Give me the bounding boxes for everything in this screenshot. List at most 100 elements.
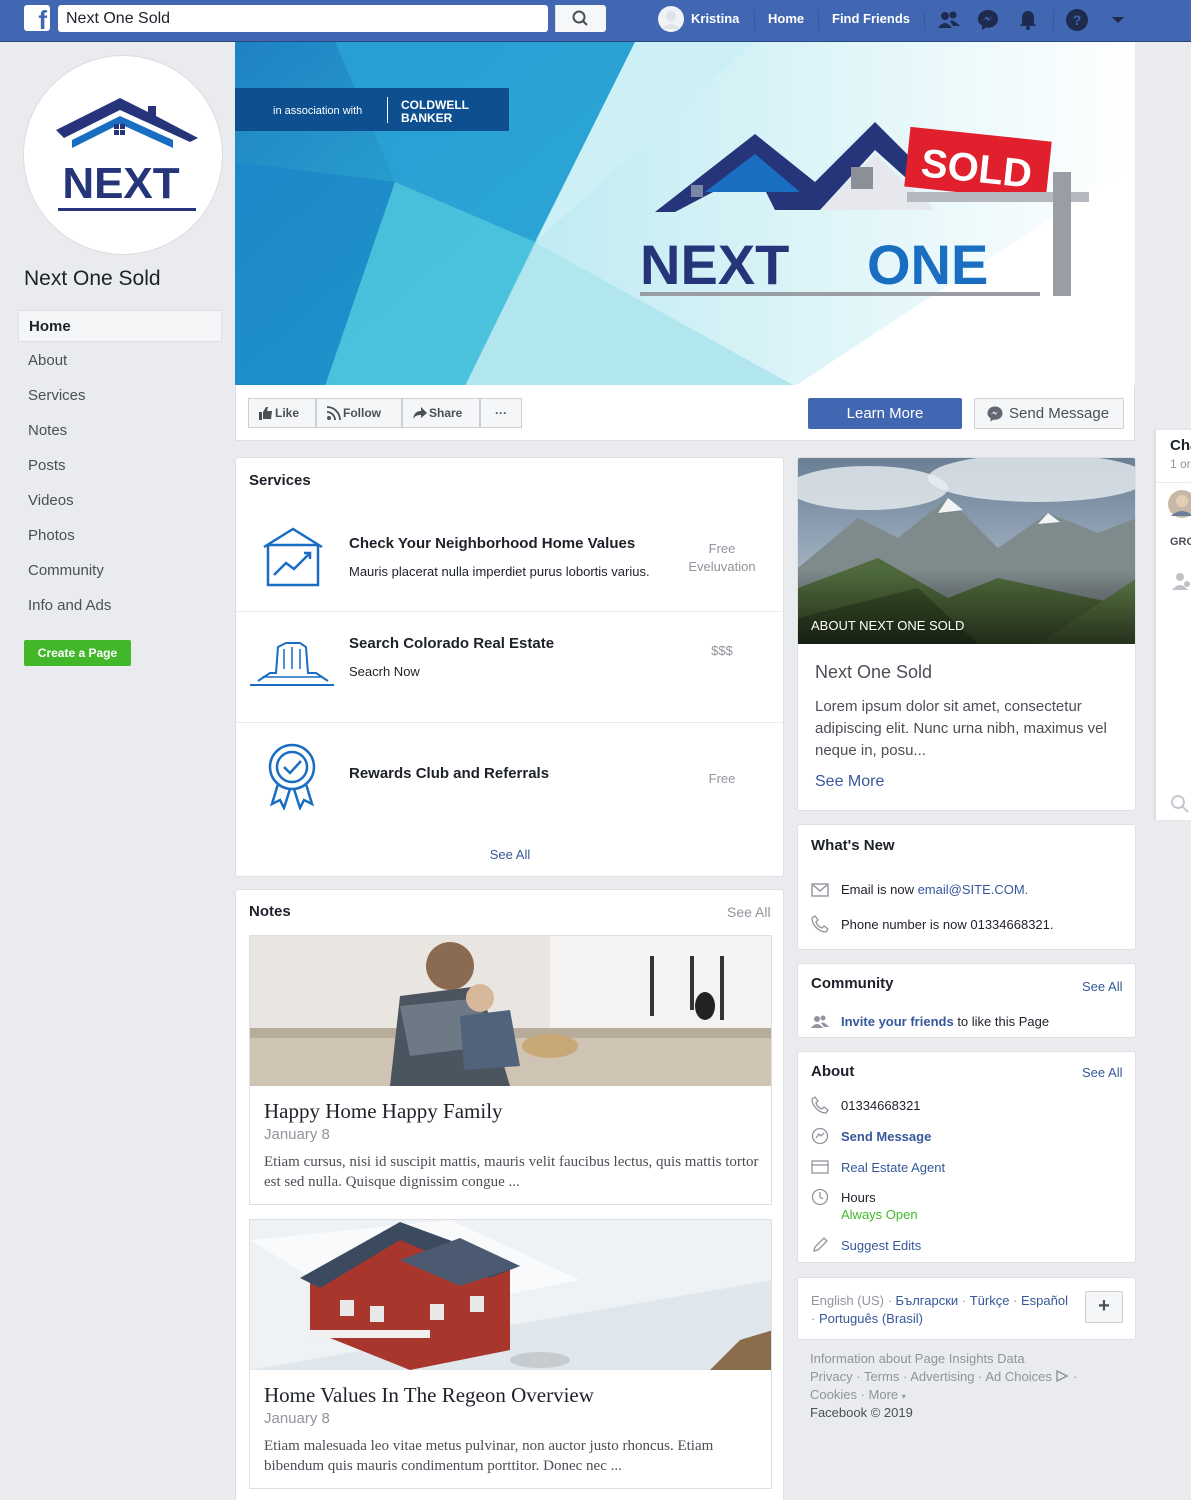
service-item[interactable]: Search Colorado Real Estate Seacrh Now $… bbox=[236, 613, 784, 721]
invite-friends-link[interactable]: Invite your friends bbox=[841, 1014, 954, 1029]
find-friends-link[interactable]: Find Friends bbox=[832, 11, 910, 26]
language-option[interactable]: Português (Brasil) bbox=[819, 1311, 923, 1326]
follow-button[interactable]: Follow bbox=[316, 398, 402, 428]
category-link[interactable]: Real Estate Agent bbox=[841, 1160, 945, 1175]
see-more-link[interactable]: See More bbox=[815, 773, 884, 791]
language-option[interactable]: Español bbox=[1021, 1293, 1068, 1308]
home-link[interactable]: Home bbox=[768, 11, 804, 26]
chat-sidebar: Cha 1 or GRO bbox=[1155, 430, 1191, 820]
create-group-icon[interactable] bbox=[1172, 570, 1191, 592]
clock-icon bbox=[811, 1188, 829, 1206]
service-price: Free Eveluvation bbox=[676, 540, 768, 576]
service-price-line: Eveluvation bbox=[688, 559, 756, 574]
cover-photo[interactable]: in association with COLDWELL BANKER SOLD… bbox=[235, 42, 1135, 386]
like-button[interactable]: Like bbox=[248, 398, 316, 428]
divider bbox=[924, 11, 925, 31]
language-option[interactable]: Türkçe bbox=[970, 1293, 1010, 1308]
page-insights-link[interactable]: Information about Page Insights Data bbox=[810, 1350, 1025, 1368]
svg-text:NEXT: NEXT bbox=[640, 233, 789, 296]
suggest-edits-link[interactable]: Suggest Edits bbox=[841, 1238, 921, 1253]
nav-item-photos[interactable]: Photos bbox=[18, 520, 222, 552]
chevron-down-icon[interactable] bbox=[1106, 8, 1130, 32]
note-item[interactable]: Happy Home Happy Family January 8 Etiam … bbox=[249, 935, 772, 1205]
note-date: January 8 bbox=[264, 1410, 330, 1427]
share-button[interactable]: Share bbox=[402, 398, 480, 428]
chat-groups-label: GRO bbox=[1170, 536, 1191, 548]
language-option[interactable]: Български bbox=[896, 1293, 959, 1308]
search-input[interactable] bbox=[58, 5, 496, 32]
about-see-all-link[interactable]: See All bbox=[1082, 1065, 1122, 1080]
divider bbox=[236, 722, 784, 723]
contact-avatar-icon[interactable] bbox=[1168, 488, 1191, 520]
next-logo: NEXT bbox=[56, 98, 198, 211]
notes-see-all-link[interactable]: See All bbox=[727, 904, 771, 920]
footer-link[interactable]: Terms bbox=[864, 1369, 899, 1384]
messenger-icon bbox=[987, 406, 1003, 422]
service-price: $$$ bbox=[711, 643, 733, 658]
notifications-icon[interactable] bbox=[1016, 8, 1040, 32]
top-navigation-bar: f Kristina Home Find Friends ? bbox=[0, 0, 1191, 42]
user-avatar-icon bbox=[658, 6, 684, 32]
send-message-label: Send Message bbox=[1009, 405, 1110, 422]
service-title: Search Colorado Real Estate bbox=[349, 635, 555, 652]
messenger-icon[interactable] bbox=[976, 8, 1000, 32]
footer-link[interactable]: Ad Choices bbox=[985, 1369, 1051, 1384]
nav-item-home[interactable]: Home bbox=[18, 310, 222, 342]
profile-name: Kristina bbox=[691, 11, 740, 26]
nav-item-videos[interactable]: Videos bbox=[18, 485, 222, 517]
learn-more-button[interactable]: Learn More bbox=[808, 398, 962, 429]
notes-title: Notes bbox=[249, 903, 291, 920]
about-card: About See All 01334668321 Send Message R… bbox=[797, 1051, 1136, 1263]
services-see-all-link[interactable]: See All bbox=[236, 847, 784, 862]
create-page-button[interactable]: Create a Page bbox=[24, 640, 131, 666]
footer-link[interactable]: Privacy bbox=[810, 1369, 853, 1384]
nav-item-about[interactable]: About bbox=[18, 345, 222, 377]
nav-item-community[interactable]: Community bbox=[18, 555, 222, 587]
note-excerpt: Etiam cursus, nisi id suscipit mattis, m… bbox=[264, 1154, 759, 1190]
messenger-icon bbox=[811, 1127, 829, 1145]
nav-item-services[interactable]: Services bbox=[18, 380, 222, 412]
mountain-landscape-photo[interactable]: ABOUT NEXT ONE SOLD bbox=[798, 458, 1136, 644]
facebook-logo-icon[interactable]: f bbox=[24, 5, 50, 31]
chat-subtitle: 1 or bbox=[1170, 457, 1191, 471]
copyright: Facebook © 2019 bbox=[810, 1405, 913, 1420]
hours-status: Always Open bbox=[841, 1207, 918, 1222]
friend-requests-icon[interactable] bbox=[937, 8, 961, 32]
svg-text:ABOUT NEXT ONE SOLD: ABOUT NEXT ONE SOLD bbox=[811, 618, 964, 633]
email-link[interactable]: email@SITE.COM. bbox=[918, 882, 1029, 897]
thumbs-up-icon bbox=[259, 407, 272, 420]
search-icon bbox=[572, 10, 588, 26]
phone-update: Phone number is now 01334668321. bbox=[841, 917, 1054, 932]
nav-item-posts[interactable]: Posts bbox=[18, 450, 222, 482]
about-send-message-link[interactable]: Send Message bbox=[841, 1129, 931, 1144]
service-description: Seacrh Now bbox=[349, 664, 420, 679]
services-card: Services Check Your Neighborhood Home Va… bbox=[235, 457, 784, 877]
footer-links: Privacy · Terms · Advertising · Ad Choic… bbox=[810, 1369, 1078, 1384]
share-label: Share bbox=[429, 406, 463, 420]
footer-more-link[interactable]: More bbox=[869, 1387, 899, 1402]
service-item[interactable]: Rewards Club and Referrals Free bbox=[236, 724, 784, 824]
nav-item-notes[interactable]: Notes bbox=[18, 415, 222, 447]
chat-search-icon[interactable] bbox=[1170, 794, 1190, 814]
services-title: Services bbox=[249, 472, 311, 489]
page-profile-picture[interactable]: NEXT bbox=[24, 56, 222, 254]
nav-item-info-and-ads[interactable]: Info and Ads bbox=[18, 590, 222, 622]
profile-link[interactable]: Kristina bbox=[658, 5, 746, 33]
footer-link[interactable]: Cookies bbox=[810, 1387, 857, 1402]
follow-label: Follow bbox=[343, 406, 381, 420]
friends-icon bbox=[811, 1015, 829, 1028]
service-item[interactable]: Check Your Neighborhood Home Values Maur… bbox=[236, 513, 784, 613]
divider bbox=[754, 11, 755, 31]
community-see-all-link[interactable]: See All bbox=[1082, 979, 1122, 994]
search-button[interactable] bbox=[555, 5, 606, 32]
svg-text:?: ? bbox=[1073, 12, 1082, 28]
note-item[interactable]: Home Values In The Regeon Overview Janua… bbox=[249, 1219, 772, 1489]
svg-text:ONE: ONE bbox=[867, 233, 988, 296]
send-message-button[interactable]: Send Message bbox=[974, 398, 1124, 429]
footer-link[interactable]: Advertising bbox=[910, 1369, 974, 1384]
whats-new-title: What's New bbox=[811, 837, 895, 854]
more-options-button[interactable]: ··· bbox=[480, 398, 522, 428]
add-language-button[interactable]: + bbox=[1085, 1291, 1123, 1323]
page-title: Next One Sold bbox=[24, 267, 161, 290]
help-icon[interactable]: ? bbox=[1065, 8, 1089, 32]
